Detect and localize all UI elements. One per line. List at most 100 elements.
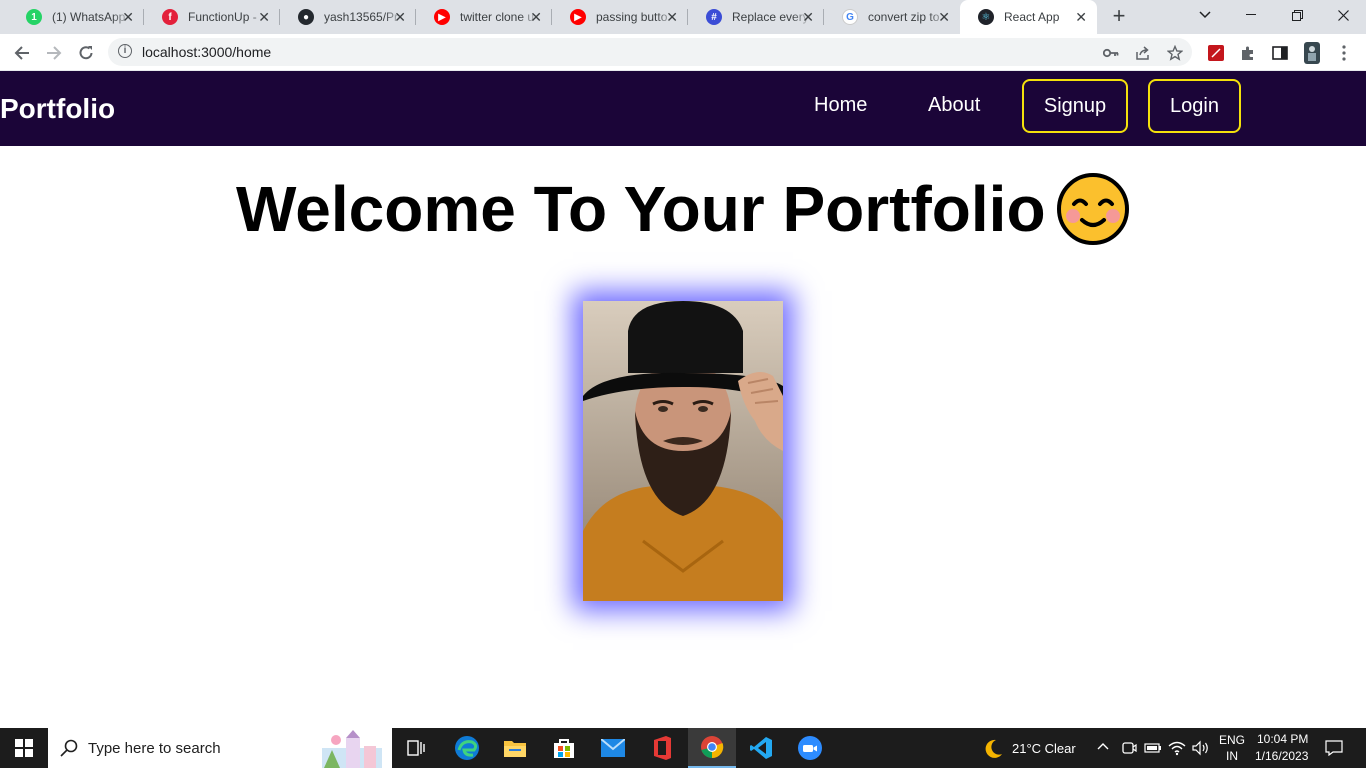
- chevron-down-icon: [1199, 11, 1211, 19]
- start-button[interactable]: [0, 728, 48, 768]
- profile-photo: [583, 301, 783, 601]
- language-region[interactable]: IN: [1226, 749, 1238, 763]
- star-icon[interactable]: [1166, 44, 1184, 62]
- browser-tab[interactable]: ▶ twitter clone u ✕: [416, 0, 552, 34]
- search-placeholder: Type here to search: [88, 740, 221, 757]
- store-icon: [554, 739, 574, 758]
- search-icon: [60, 739, 78, 757]
- taskbar-office[interactable]: [638, 728, 686, 768]
- page-title: Welcome To Your Portfolio: [236, 173, 1046, 245]
- close-window-button[interactable]: [1320, 0, 1366, 30]
- browser-tab[interactable]: ▶ passing butto ✕: [552, 0, 688, 34]
- youtube-icon: ▶: [434, 9, 450, 25]
- clock-date[interactable]: 1/16/2023: [1255, 749, 1308, 763]
- smiling-face-emoji-icon: [1056, 173, 1129, 245]
- tab-title: (1) WhatsApp: [52, 10, 126, 24]
- browser-tab[interactable]: 1 (1) WhatsApp ✕: [8, 0, 144, 34]
- close-tab-icon[interactable]: ✕: [666, 9, 678, 25]
- forward-button[interactable]: [42, 41, 66, 65]
- tab-title: yash13565/Pr: [324, 10, 399, 24]
- close-tab-icon[interactable]: ✕: [530, 9, 542, 25]
- info-icon[interactable]: i: [118, 44, 132, 58]
- arrow-right-icon: [47, 46, 62, 60]
- address-bar[interactable]: i localhost:3000/home: [108, 38, 1192, 66]
- hero-section: Welcome To Your Portfolio: [0, 172, 1366, 246]
- github-icon: ●: [298, 9, 314, 25]
- notifications-icon[interactable]: [1325, 740, 1343, 756]
- meet-now-icon[interactable]: [1121, 740, 1137, 756]
- side-panel-button[interactable]: [1268, 41, 1292, 65]
- wifi-icon[interactable]: [1168, 740, 1186, 756]
- taskbar-edge[interactable]: [443, 728, 491, 768]
- tab-search-button[interactable]: [1182, 0, 1228, 30]
- signup-button[interactable]: Signup: [1022, 79, 1128, 133]
- close-tab-icon[interactable]: ✕: [122, 9, 134, 25]
- clock-time[interactable]: 10:04 PM: [1257, 732, 1308, 746]
- whatsapp-icon: 1: [26, 9, 42, 25]
- brand-logo[interactable]: Portfolio: [0, 93, 115, 125]
- login-button[interactable]: Login: [1148, 79, 1241, 133]
- office-icon: [654, 736, 671, 760]
- close-icon: [1337, 9, 1349, 21]
- zoom-icon: [798, 736, 822, 760]
- browser-menu-button[interactable]: [1332, 41, 1356, 65]
- extension-button[interactable]: [1204, 41, 1228, 65]
- restore-icon: [1291, 9, 1303, 21]
- taskbar-zoom[interactable]: [786, 728, 834, 768]
- profile-button[interactable]: [1300, 41, 1324, 65]
- task-view-button[interactable]: [392, 728, 440, 768]
- tab-title: React App: [1004, 10, 1060, 24]
- react-icon: ⚛: [978, 9, 994, 25]
- functionup-icon: f: [162, 9, 178, 25]
- browser-tab[interactable]: # Replace every ✕: [688, 0, 824, 34]
- battery-icon[interactable]: [1144, 742, 1162, 754]
- taskbar-store[interactable]: [540, 728, 588, 768]
- geeks-icon: #: [706, 9, 722, 25]
- volume-icon[interactable]: [1192, 740, 1210, 756]
- language-code[interactable]: ENG: [1219, 733, 1245, 747]
- extensions-menu-button[interactable]: [1236, 41, 1260, 65]
- key-icon[interactable]: [1102, 44, 1120, 62]
- close-tab-icon[interactable]: ✕: [938, 9, 950, 25]
- url-text[interactable]: localhost:3000/home: [142, 44, 271, 60]
- reload-button[interactable]: [74, 41, 98, 65]
- pdf-extension-icon: [1208, 45, 1224, 61]
- puzzle-icon: [1242, 46, 1253, 60]
- kebab-menu-icon: [1342, 45, 1346, 61]
- windows-logo-icon: [15, 739, 33, 757]
- close-tab-icon[interactable]: ✕: [1075, 9, 1087, 25]
- close-tab-icon[interactable]: ✕: [394, 9, 406, 25]
- nav-link-about[interactable]: About: [928, 94, 980, 117]
- close-tab-icon[interactable]: ✕: [258, 9, 270, 25]
- minimize-button[interactable]: [1228, 0, 1274, 30]
- site-navbar: Portfolio Home About Signup Login: [0, 71, 1366, 146]
- share-icon[interactable]: [1134, 44, 1152, 62]
- taskbar-chrome[interactable]: [688, 728, 736, 768]
- weather-text[interactable]: 21°C Clear: [1012, 741, 1076, 756]
- chevron-up-icon[interactable]: [1097, 742, 1109, 750]
- taskbar-mail[interactable]: [589, 728, 637, 768]
- taskbar-vscode[interactable]: [737, 728, 785, 768]
- taskbar-file-explorer[interactable]: [491, 728, 539, 768]
- taskbar-search-box[interactable]: Type here to search: [48, 728, 392, 768]
- chrome-icon: [701, 736, 724, 759]
- reload-icon: [79, 46, 93, 60]
- side-panel-icon: [1272, 46, 1288, 60]
- nav-link-home[interactable]: Home: [814, 94, 867, 117]
- tab-title: FunctionUp -: [188, 10, 257, 24]
- arrow-left-icon: [14, 46, 29, 60]
- browser-tab[interactable]: Gconvert zip to ✕: [824, 0, 960, 34]
- browser-toolbar: i localhost:3000/home: [0, 34, 1366, 71]
- close-tab-icon[interactable]: ✕: [802, 9, 814, 25]
- avatar: [1304, 42, 1320, 64]
- tab-title: twitter clone u: [460, 10, 535, 24]
- restore-button[interactable]: [1274, 0, 1320, 30]
- browser-tab[interactable]: ● yash13565/Pr ✕: [280, 0, 416, 34]
- edge-icon: [455, 736, 479, 760]
- task-view-icon: [407, 740, 425, 756]
- browser-tab[interactable]: ⚛ React App ✕: [960, 0, 1097, 34]
- new-tab-button[interactable]: +: [1108, 5, 1130, 27]
- back-button[interactable]: [10, 41, 34, 65]
- minimize-icon: [1246, 14, 1256, 15]
- browser-tab[interactable]: f FunctionUp - ✕: [144, 0, 280, 34]
